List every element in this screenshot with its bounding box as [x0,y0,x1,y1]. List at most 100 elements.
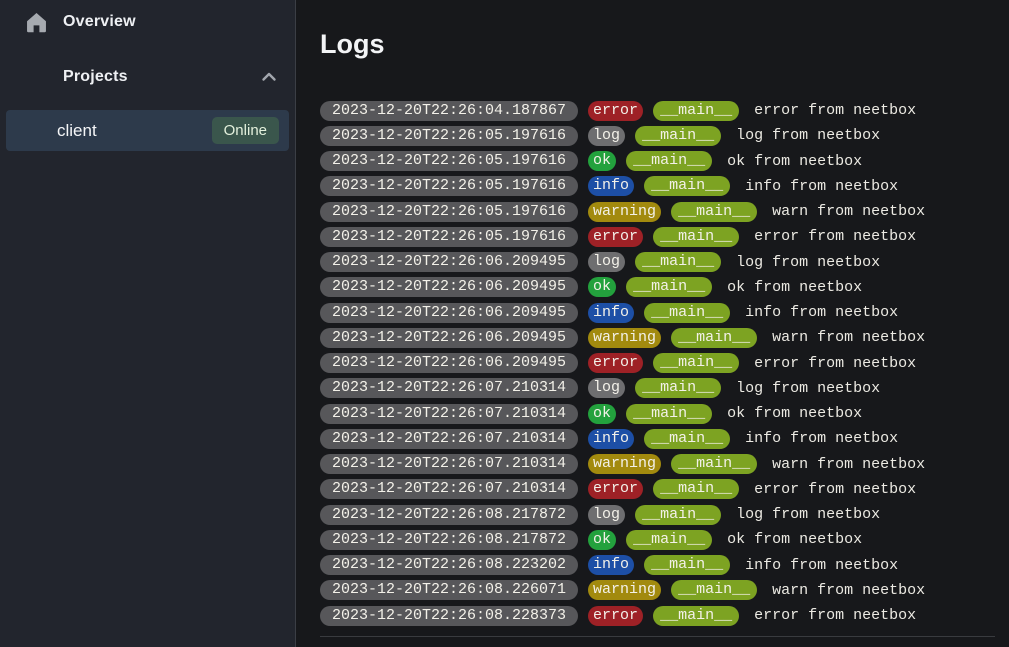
sidebar-item-label: Overview [63,13,136,31]
log-message: error from neetbox [754,228,916,245]
log-row: 2023-12-20T22:26:05.197616 log __main__ … [320,123,995,148]
log-row: 2023-12-20T22:26:06.209495 info __main__… [320,300,995,325]
log-series-badge: __main__ [626,277,712,297]
log-row: 2023-12-20T22:26:07.210314 log __main__ … [320,376,995,401]
log-row: 2023-12-20T22:26:08.226071 warning __mai… [320,578,995,603]
sidebar: Overview Projects client Online [0,0,296,647]
log-timestamp-badge: 2023-12-20T22:26:06.209495 [320,277,578,297]
log-row: 2023-12-20T22:26:07.210314 info __main__… [320,426,995,451]
log-timestamp-badge: 2023-12-20T22:26:06.209495 [320,353,578,373]
log-level-badge: warning [588,328,661,348]
log-series-badge: __main__ [653,101,739,121]
log-series-badge: __main__ [671,580,757,600]
log-level-badge: error [588,101,643,121]
log-level-badge: ok [588,404,616,424]
page-title: Logs [320,26,995,62]
log-series-badge: __main__ [644,176,730,196]
log-message: ok from neetbox [727,279,862,296]
log-row: 2023-12-20T22:26:05.197616 ok __main__ o… [320,149,995,174]
log-level-badge: ok [588,277,616,297]
log-timestamp-badge: 2023-12-20T22:26:07.210314 [320,479,578,499]
log-level-badge: warning [588,202,661,222]
log-level-badge: info [588,555,634,575]
home-icon [26,12,47,33]
log-timestamp-badge: 2023-12-20T22:26:08.217872 [320,505,578,525]
log-series-badge: __main__ [635,378,721,398]
log-timestamp-badge: 2023-12-20T22:26:05.197616 [320,202,578,222]
project-name: client [57,121,97,141]
log-timestamp-badge: 2023-12-20T22:26:06.209495 [320,252,578,272]
log-level-badge: info [588,429,634,449]
log-message: ok from neetbox [727,153,862,170]
sidebar-item-overview[interactable]: Overview [0,2,295,42]
log-level-badge: log [588,378,625,398]
log-row: 2023-12-20T22:26:08.228373 error __main_… [320,603,995,628]
log-level-badge: error [588,353,643,373]
log-series-badge: __main__ [671,328,757,348]
log-row: 2023-12-20T22:26:06.209495 ok __main__ o… [320,275,995,300]
log-level-badge: warning [588,454,661,474]
log-timestamp-badge: 2023-12-20T22:26:07.210314 [320,429,578,449]
log-series-badge: __main__ [635,252,721,272]
log-series-badge: __main__ [626,404,712,424]
sidebar-item-projects[interactable]: Projects [0,57,295,97]
log-timestamp-badge: 2023-12-20T22:26:05.197616 [320,227,578,247]
log-message: log from neetbox [736,127,880,144]
log-timestamp-badge: 2023-12-20T22:26:08.226071 [320,580,578,600]
log-level-badge: info [588,303,634,323]
log-series-badge: __main__ [626,530,712,550]
log-timestamp-badge: 2023-12-20T22:26:04.187867 [320,101,578,121]
log-row: 2023-12-20T22:26:07.210314 warning __mai… [320,452,995,477]
log-row: 2023-12-20T22:26:06.209495 error __main_… [320,351,995,376]
log-message: log from neetbox [736,254,880,271]
log-row: 2023-12-20T22:26:08.223202 info __main__… [320,553,995,578]
log-message: ok from neetbox [727,531,862,548]
log-series-badge: __main__ [671,454,757,474]
log-message: warn from neetbox [772,582,925,599]
log-row: 2023-12-20T22:26:05.197616 warning __mai… [320,199,995,224]
log-timestamp-badge: 2023-12-20T22:26:08.223202 [320,555,578,575]
log-level-badge: error [588,479,643,499]
log-series-badge: __main__ [653,353,739,373]
log-row: 2023-12-20T22:26:08.217872 log __main__ … [320,502,995,527]
log-timestamp-badge: 2023-12-20T22:26:05.197616 [320,176,578,196]
log-level-badge: warning [588,580,661,600]
log-message: warn from neetbox [772,329,925,346]
log-message: log from neetbox [736,506,880,523]
log-message: error from neetbox [754,481,916,498]
log-message: info from neetbox [745,557,898,574]
status-badge: Online [212,117,279,144]
log-row: 2023-12-20T22:26:08.217872 ok __main__ o… [320,527,995,552]
log-message: ok from neetbox [727,405,862,422]
log-series-badge: __main__ [644,429,730,449]
log-series-badge: __main__ [644,555,730,575]
log-row: 2023-12-20T22:26:04.187867 error __main_… [320,98,995,123]
log-message: info from neetbox [745,178,898,195]
log-timestamp-badge: 2023-12-20T22:26:05.197616 [320,151,578,171]
log-list: 2023-12-20T22:26:04.187867 error __main_… [320,98,995,628]
log-timestamp-badge: 2023-12-20T22:26:05.197616 [320,126,578,146]
sidebar-item-client[interactable]: client Online [6,110,289,151]
log-row: 2023-12-20T22:26:05.197616 error __main_… [320,224,995,249]
main-content: Logs 2023-12-20T22:26:04.187867 error __… [296,0,1009,647]
log-timestamp-badge: 2023-12-20T22:26:08.228373 [320,606,578,626]
chevron-up-icon[interactable] [261,71,277,83]
log-message: error from neetbox [754,607,916,624]
log-message: error from neetbox [754,355,916,372]
log-timestamp-badge: 2023-12-20T22:26:06.209495 [320,303,578,323]
log-level-badge: ok [588,151,616,171]
log-series-badge: __main__ [635,126,721,146]
log-message: error from neetbox [754,102,916,119]
log-series-badge: __main__ [653,479,739,499]
log-timestamp-badge: 2023-12-20T22:26:07.210314 [320,378,578,398]
log-message: warn from neetbox [772,456,925,473]
log-level-badge: ok [588,530,616,550]
log-list-divider [320,636,995,637]
log-row: 2023-12-20T22:26:07.210314 ok __main__ o… [320,401,995,426]
log-series-badge: __main__ [635,505,721,525]
log-level-badge: log [588,252,625,272]
log-level-badge: log [588,505,625,525]
log-row: 2023-12-20T22:26:07.210314 error __main_… [320,477,995,502]
log-message: log from neetbox [736,380,880,397]
log-row: 2023-12-20T22:26:05.197616 info __main__… [320,174,995,199]
